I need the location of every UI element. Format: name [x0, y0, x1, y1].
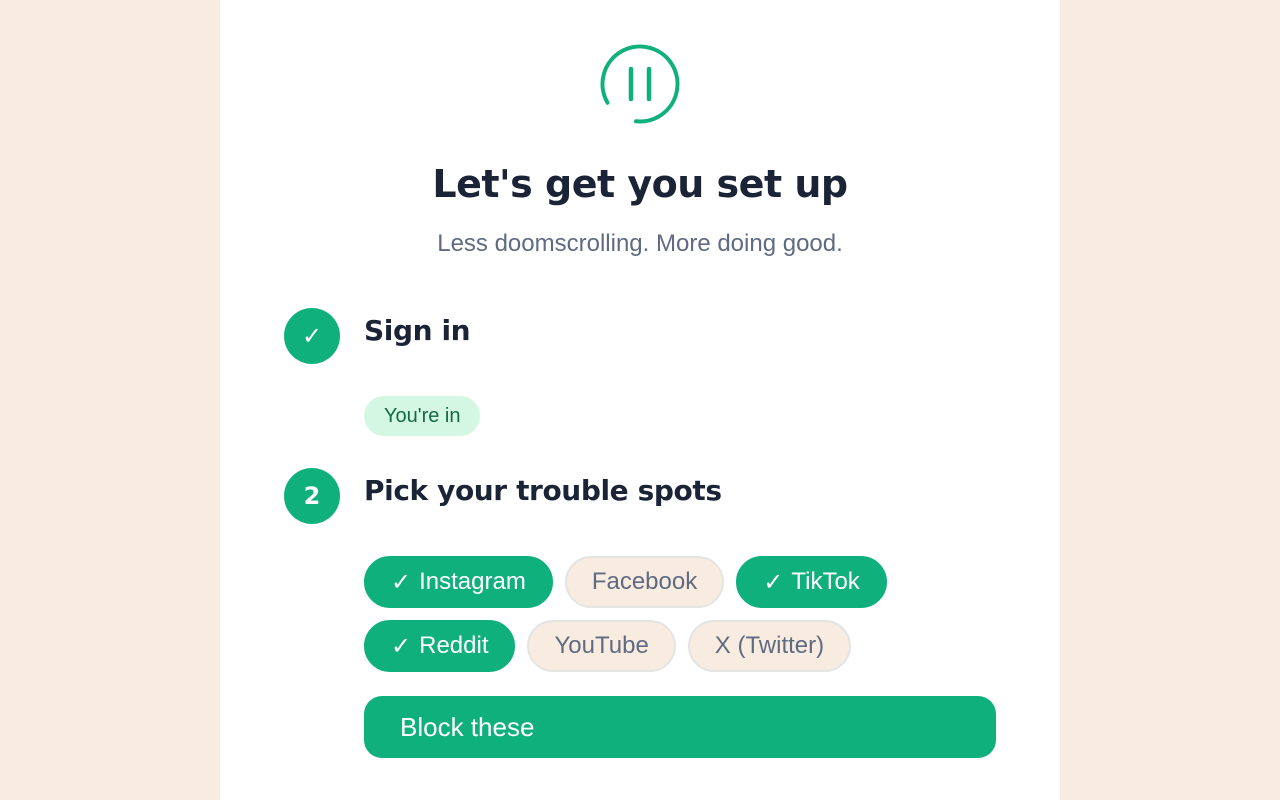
chip-label: TikTok — [791, 568, 860, 595]
check-icon: ✓ — [391, 632, 412, 660]
status-badge: You're in — [364, 396, 481, 436]
chip-label: YouTube — [554, 632, 649, 659]
chip-youtube[interactable]: YouTube — [527, 620, 676, 672]
check-icon: ✓ — [391, 568, 412, 596]
chip-label: X (Twitter) — [714, 632, 825, 659]
chip-label: Facebook — [591, 568, 698, 595]
block-these-button[interactable]: Block these — [364, 696, 996, 758]
step-title-trouble-spots: Pick your trouble spots — [364, 474, 722, 507]
check-icon: ✓ — [763, 568, 784, 596]
page-title: Let's get you set up — [432, 162, 848, 206]
chip-tiktok[interactable]: ✓ TikTok — [736, 556, 887, 608]
chip-x-twitter[interactable]: X (Twitter) — [687, 620, 852, 672]
check-icon: ✓ — [284, 308, 340, 364]
chip-label: Reddit — [419, 632, 489, 659]
chip-facebook[interactable]: Facebook — [564, 556, 725, 608]
step-title-sign-in: Sign in — [364, 314, 471, 347]
chip-reddit[interactable]: ✓ Reddit — [364, 620, 516, 672]
chip-instagram[interactable]: ✓ Instagram — [364, 556, 553, 608]
chip-label: Instagram — [419, 568, 526, 595]
step-number-badge: 2 — [284, 468, 340, 524]
page-subtitle: Less doomscrolling. More doing good. — [437, 230, 843, 257]
pause-circle-icon — [600, 44, 680, 124]
setup-card: Let's get you set up Less doomscrolling.… — [220, 0, 1060, 800]
app-chip-list: ✓ Instagram Facebook ✓ TikTok ✓ Reddit Y… — [364, 556, 1004, 684]
